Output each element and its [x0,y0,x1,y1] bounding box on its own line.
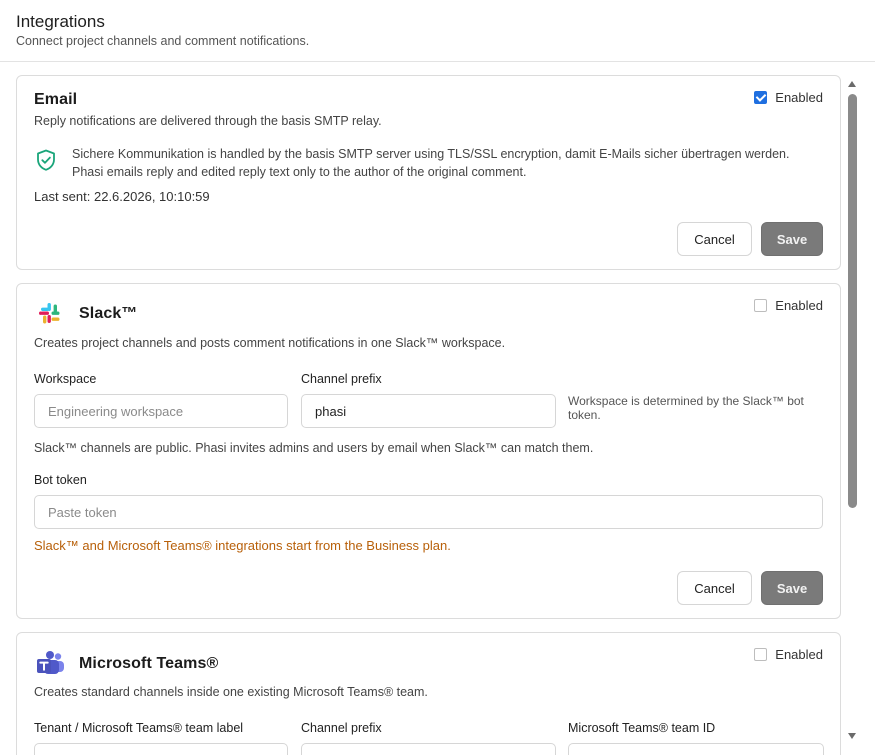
email-enabled-label: Enabled [775,90,823,105]
vertical-scrollbar[interactable] [846,79,858,751]
teams-card-title: Microsoft Teams® [79,655,219,672]
slack-enabled-label: Enabled [775,298,823,313]
page-header: Integrations Connect project channels an… [0,0,875,62]
page-subtitle: Connect project channels and comment not… [16,34,310,48]
email-integration-card: Email Enabled Reply notifications are de… [16,75,841,270]
tenant-label: Tenant / Microsoft Teams® team label [34,721,244,735]
email-card-description: Reply notifications are delivered throug… [34,114,382,128]
teams-enabled-toggle[interactable]: Enabled [754,647,823,662]
teams-enabled-label: Enabled [775,647,823,662]
workspace-label: Workspace [34,372,97,386]
workspace-hint: Workspace is determined by the Slack™ bo… [568,394,804,422]
email-info-line-1: Sichere Kommunikation is handled by the … [72,147,790,161]
slack-save-button[interactable]: Save [761,571,823,605]
email-security-info: Sichere Kommunikation is handled by the … [34,145,824,181]
email-cancel-button[interactable]: Cancel [677,222,752,256]
shield-check-icon [37,149,55,171]
slack-enabled-checkbox[interactable] [754,299,768,312]
page-title: Integrations [16,12,105,31]
channel-prefix-label: Channel prefix [301,372,382,386]
channel-prefix-input[interactable] [301,394,556,428]
integrations-list[interactable]: Email Enabled Reply notifications are de… [0,62,875,755]
email-last-sent: Last sent: 22.6.2026, 10:10:59 [34,189,210,204]
email-save-button[interactable]: Save [761,222,823,256]
slack-integration-card: Slack™ Enabled Creates project channels … [16,283,841,619]
bot-token-label: Bot token [34,473,87,487]
bot-token-input[interactable] [34,495,823,529]
teams-card-description: Creates standard channels inside one exi… [34,685,428,699]
slack-channels-note: Slack™ channels are public. Phasi invite… [34,441,594,455]
slack-card-title: Slack™ [79,305,138,322]
slack-cancel-button[interactable]: Cancel [677,571,752,605]
teams-enabled-checkbox[interactable] [754,648,768,661]
slack-enabled-toggle[interactable]: Enabled [754,298,823,313]
scroll-up-arrow-icon[interactable] [846,79,858,89]
team-id-input[interactable] [568,743,824,755]
slack-card-description: Creates project channels and posts comme… [34,336,506,350]
scroll-down-arrow-icon[interactable] [846,731,858,741]
email-enabled-checkbox[interactable] [754,91,768,104]
email-security-text: Sichere Kommunikation is handled by the … [72,145,789,181]
scrollbar-thumb[interactable] [848,94,857,508]
teams-logo-icon [37,651,64,674]
team-id-label: Microsoft Teams® team ID [568,721,716,735]
slack-logo-icon [39,303,60,324]
tenant-input[interactable] [34,743,288,755]
teams-channel-prefix-label: Channel prefix [301,721,382,735]
teams-integration-card: Microsoft Teams® Enabled Creates standar… [16,632,841,755]
plan-warning: Slack™ and Microsoft Teams® integrations… [34,538,451,553]
email-info-line-2: Phasi emails reply and edited reply text… [72,165,527,179]
email-enabled-toggle[interactable]: Enabled [754,90,823,105]
workspace-input[interactable] [34,394,288,428]
teams-channel-prefix-input[interactable] [301,743,556,755]
email-card-title: Email [34,91,78,108]
